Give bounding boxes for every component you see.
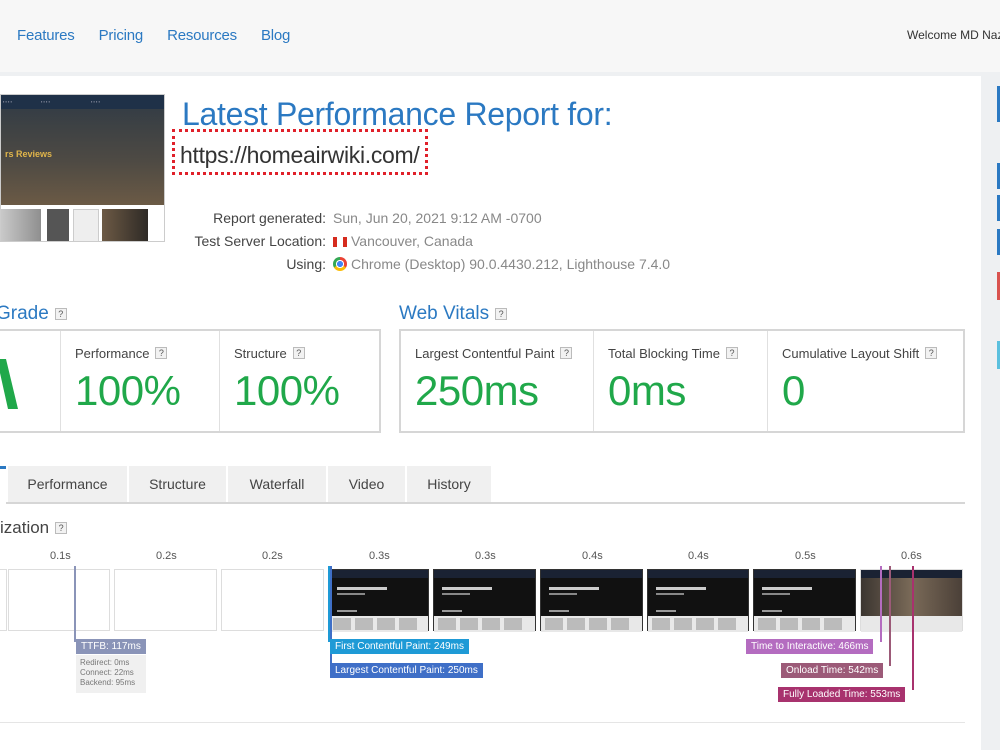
help-icon[interactable]: ? — [495, 308, 508, 320]
web-vitals-box: Largest Contentful Paint? 250ms Total Bl… — [399, 329, 965, 433]
help-icon[interactable]: ? — [560, 347, 573, 359]
filmstrip-frame[interactable] — [8, 569, 110, 631]
grade-a-icon — [0, 359, 18, 409]
lcp-marker: Largest Contentful Paint: 250ms — [330, 663, 483, 678]
filmstrip-frame[interactable] — [753, 569, 856, 632]
performance-cell: Performance? 100% — [60, 331, 218, 431]
main-nav: Features Pricing Resources Blog — [17, 27, 314, 44]
grade-box: Performance? 100% Structure? 100% — [0, 329, 381, 433]
tbt-label: Total Blocking Time — [608, 346, 720, 361]
visualization-heading: ization? — [0, 518, 68, 538]
tick-label: 0.1s — [50, 550, 71, 562]
fully-loaded-marker: Fully Loaded Time: 553ms — [778, 687, 906, 702]
filmstrip-frame[interactable] — [540, 569, 643, 632]
server-location-label: Test Server Location: — [194, 233, 326, 249]
canada-flag-icon — [333, 237, 347, 247]
filmstrip-frame[interactable] — [647, 569, 749, 632]
nav-blog-link[interactable]: Blog — [261, 27, 290, 44]
filmstrip-frame[interactable] — [0, 569, 7, 631]
performance-label: Performance — [75, 346, 150, 361]
filmstrip-frame[interactable] — [221, 569, 324, 631]
help-icon[interactable]: ? — [155, 347, 168, 359]
ttfb-marker: TTFB: 117ms — [76, 639, 146, 654]
cls-value: 0 — [782, 367, 805, 414]
cls-label: Cumulative Layout Shift — [782, 346, 920, 361]
server-location-value: Vancouver, Canada — [351, 233, 473, 249]
onload-marker: Onload Time: 542ms — [781, 663, 884, 678]
help-icon[interactable]: ? — [54, 308, 67, 320]
filmstrip-frame[interactable] — [433, 569, 536, 632]
tick-label: 0.2s — [262, 550, 283, 562]
filmstrip-frame[interactable] — [328, 569, 429, 632]
tick-label: 0.5s — [795, 550, 816, 562]
web-vitals-heading: Web Vitals? — [399, 303, 508, 325]
report-meta-values: Sun, Jun 20, 2021 9:12 AM -0700 Vancouve… — [333, 207, 670, 276]
performance-value: 100% — [75, 367, 181, 414]
fcp-marker: First Contentful Paint: 249ms — [330, 639, 469, 654]
thumbnail-heading: rs Reviews — [5, 149, 53, 159]
tick-label: 0.4s — [582, 550, 603, 562]
grade-letter-cell — [0, 331, 60, 431]
tab-history[interactable]: History — [407, 466, 492, 502]
onload-marker-line — [889, 566, 891, 666]
thumbnail-hero-image: ▪ ▪ ▪ ▪ ▪ ▪ ▪ ▪ ▪ ▪ ▪ ▪ rs Reviews — [1, 95, 164, 205]
tab-summary-active[interactable] — [0, 466, 6, 504]
chrome-icon — [333, 257, 347, 271]
tab-video[interactable]: Video — [328, 466, 406, 502]
timeline-ticks: 0.1s 0.2s 0.2s 0.3s 0.3s 0.4s 0.4s 0.5s … — [0, 550, 965, 566]
using-label: Using: — [286, 256, 326, 272]
grade-heading: Grade? — [0, 303, 67, 325]
tick-label: 0.4s — [688, 550, 709, 562]
help-icon[interactable]: ? — [925, 347, 938, 359]
tbt-cell: Total Blocking Time? 0ms — [593, 331, 767, 431]
cls-cell: Cumulative Layout Shift? 0 — [767, 331, 963, 431]
lcp-label: Largest Contentful Paint — [415, 346, 555, 361]
fully-loaded-marker-line — [912, 566, 914, 690]
help-icon[interactable]: ? — [55, 522, 68, 534]
help-icon[interactable]: ? — [292, 347, 305, 359]
tti-marker: Time to Interactive: 466ms — [746, 639, 874, 654]
nav-features-link[interactable]: Features — [17, 27, 75, 44]
ttfb-detail: Redirect: 0ms Connect: 22ms Backend: 95m… — [76, 655, 146, 693]
report-url[interactable]: https://homeairwiki.com/ — [172, 129, 428, 175]
tick-label: 0.6s — [901, 550, 922, 562]
tick-label: 0.3s — [475, 550, 496, 562]
tti-marker-line — [880, 566, 882, 642]
site-screenshot-thumbnail[interactable]: ▪ ▪ ▪ ▪ ▪ ▪ ▪ ▪ ▪ ▪ ▪ ▪ rs Reviews — [0, 94, 165, 242]
browser-value: Chrome (Desktop) 90.0.4430.212, Lighthou… — [351, 256, 671, 272]
report-meta-labels: Report generated: Test Server Location: … — [150, 207, 326, 276]
tick-label: 0.3s — [369, 550, 390, 562]
nav-resources-link[interactable]: Resources — [167, 27, 237, 44]
report-tabs: Performance Structure Waterfall Video Hi… — [0, 466, 965, 504]
lcp-value: 250ms — [415, 367, 539, 414]
tab-waterfall[interactable]: Waterfall — [228, 466, 327, 502]
nav-pricing-link[interactable]: Pricing — [99, 27, 144, 44]
structure-cell: Structure? 100% — [219, 331, 379, 431]
tab-performance[interactable]: Performance — [8, 466, 128, 502]
structure-value: 100% — [234, 367, 340, 414]
structure-label: Structure — [234, 346, 287, 361]
filmstrip-frame[interactable] — [114, 569, 217, 631]
welcome-user-menu[interactable]: Welcome MD Nazr — [907, 28, 1000, 42]
tbt-value: 0ms — [608, 367, 686, 414]
report-generated-label: Report generated: — [213, 210, 326, 226]
ttfb-marker-line — [74, 566, 76, 642]
lcp-cell: Largest Contentful Paint? 250ms — [401, 331, 593, 431]
report-title: Latest Performance Report for: — [182, 96, 613, 132]
help-icon[interactable]: ? — [726, 347, 738, 359]
top-navigation-bar: Features Pricing Resources Blog Welcome … — [0, 0, 1000, 72]
report-generated-value: Sun, Jun 20, 2021 9:12 AM -0700 — [333, 210, 542, 226]
tab-structure[interactable]: Structure — [129, 466, 227, 502]
section-divider — [0, 722, 965, 723]
tick-label: 0.2s — [156, 550, 177, 562]
